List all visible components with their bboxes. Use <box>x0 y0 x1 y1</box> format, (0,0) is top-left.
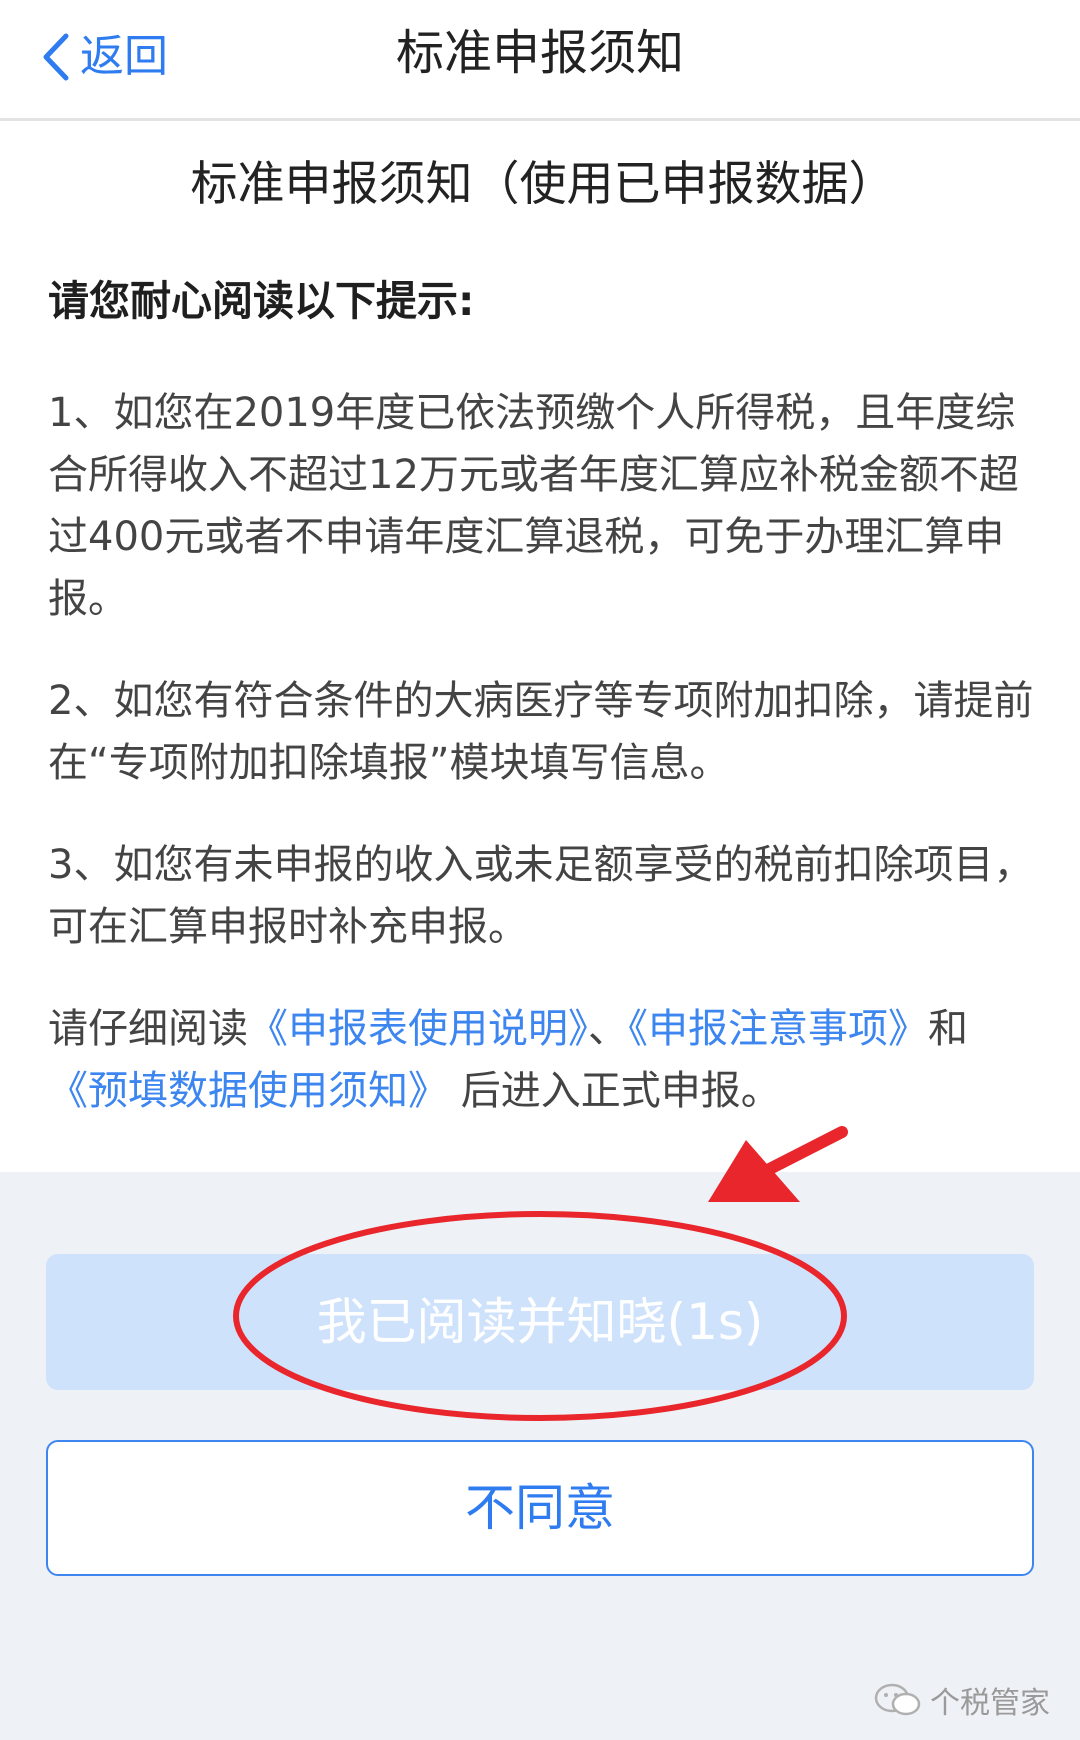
separator-1: 、 <box>588 1006 628 1052</box>
link-filing-notes[interactable]: 《申报注意事项》 <box>628 1006 928 1052</box>
separator-2: 和 <box>928 1006 968 1052</box>
notice-content: 标准申报须知（使用已申报数据） 请您耐心阅读以下提示: 1、如您在2019年度已… <box>48 150 1038 1122</box>
link-prefilled-data-notice[interactable]: 《预填数据使用须知》 <box>48 1068 448 1114</box>
notice-item-2: 2、如您有符合条件的大病医疗等专项附加扣除，请提前在“专项附加扣除填报”模块填写… <box>48 678 1034 786</box>
watermark-text: 个税管家 <box>930 1686 1050 1721</box>
page-title: 标准申报须知 <box>395 25 684 81</box>
notice-item-1: 1、如您在2019年度已依法预缴个人所得税，且年度综合所得收入不超过12万元或者… <box>48 390 1019 622</box>
agree-button[interactable]: 我已阅读并知晓(1s) <box>46 1254 1034 1390</box>
watermark: 个税管家 <box>872 1675 1050 1725</box>
nav-bar: 返回 标准申报须知 <box>0 0 1080 121</box>
reading-notice-prefix: 请仔细阅读 <box>48 1006 248 1052</box>
intro-heading: 请您耐心阅读以下提示: <box>48 277 475 325</box>
document-title: 标准申报须知（使用已申报数据） <box>190 157 896 212</box>
reading-notice-suffix: 后进入正式申报。 <box>460 1068 781 1114</box>
reading-notice: 请仔细阅读《申报表使用说明》、《申报注意事项》和 《预填数据使用须知》 后进入正… <box>48 998 1038 1122</box>
notice-item-3: 3、如您有未申报的收入或未足额享受的税前扣除项目，可在汇算申报时补充申报。 <box>48 842 1034 950</box>
action-panel: 我已阅读并知晓(1s) 不同意 <box>0 1172 1080 1740</box>
disagree-button[interactable]: 不同意 <box>46 1440 1034 1576</box>
link-form-instructions[interactable]: 《申报表使用说明》 <box>248 1006 588 1052</box>
wechat-icon <box>874 1683 921 1716</box>
